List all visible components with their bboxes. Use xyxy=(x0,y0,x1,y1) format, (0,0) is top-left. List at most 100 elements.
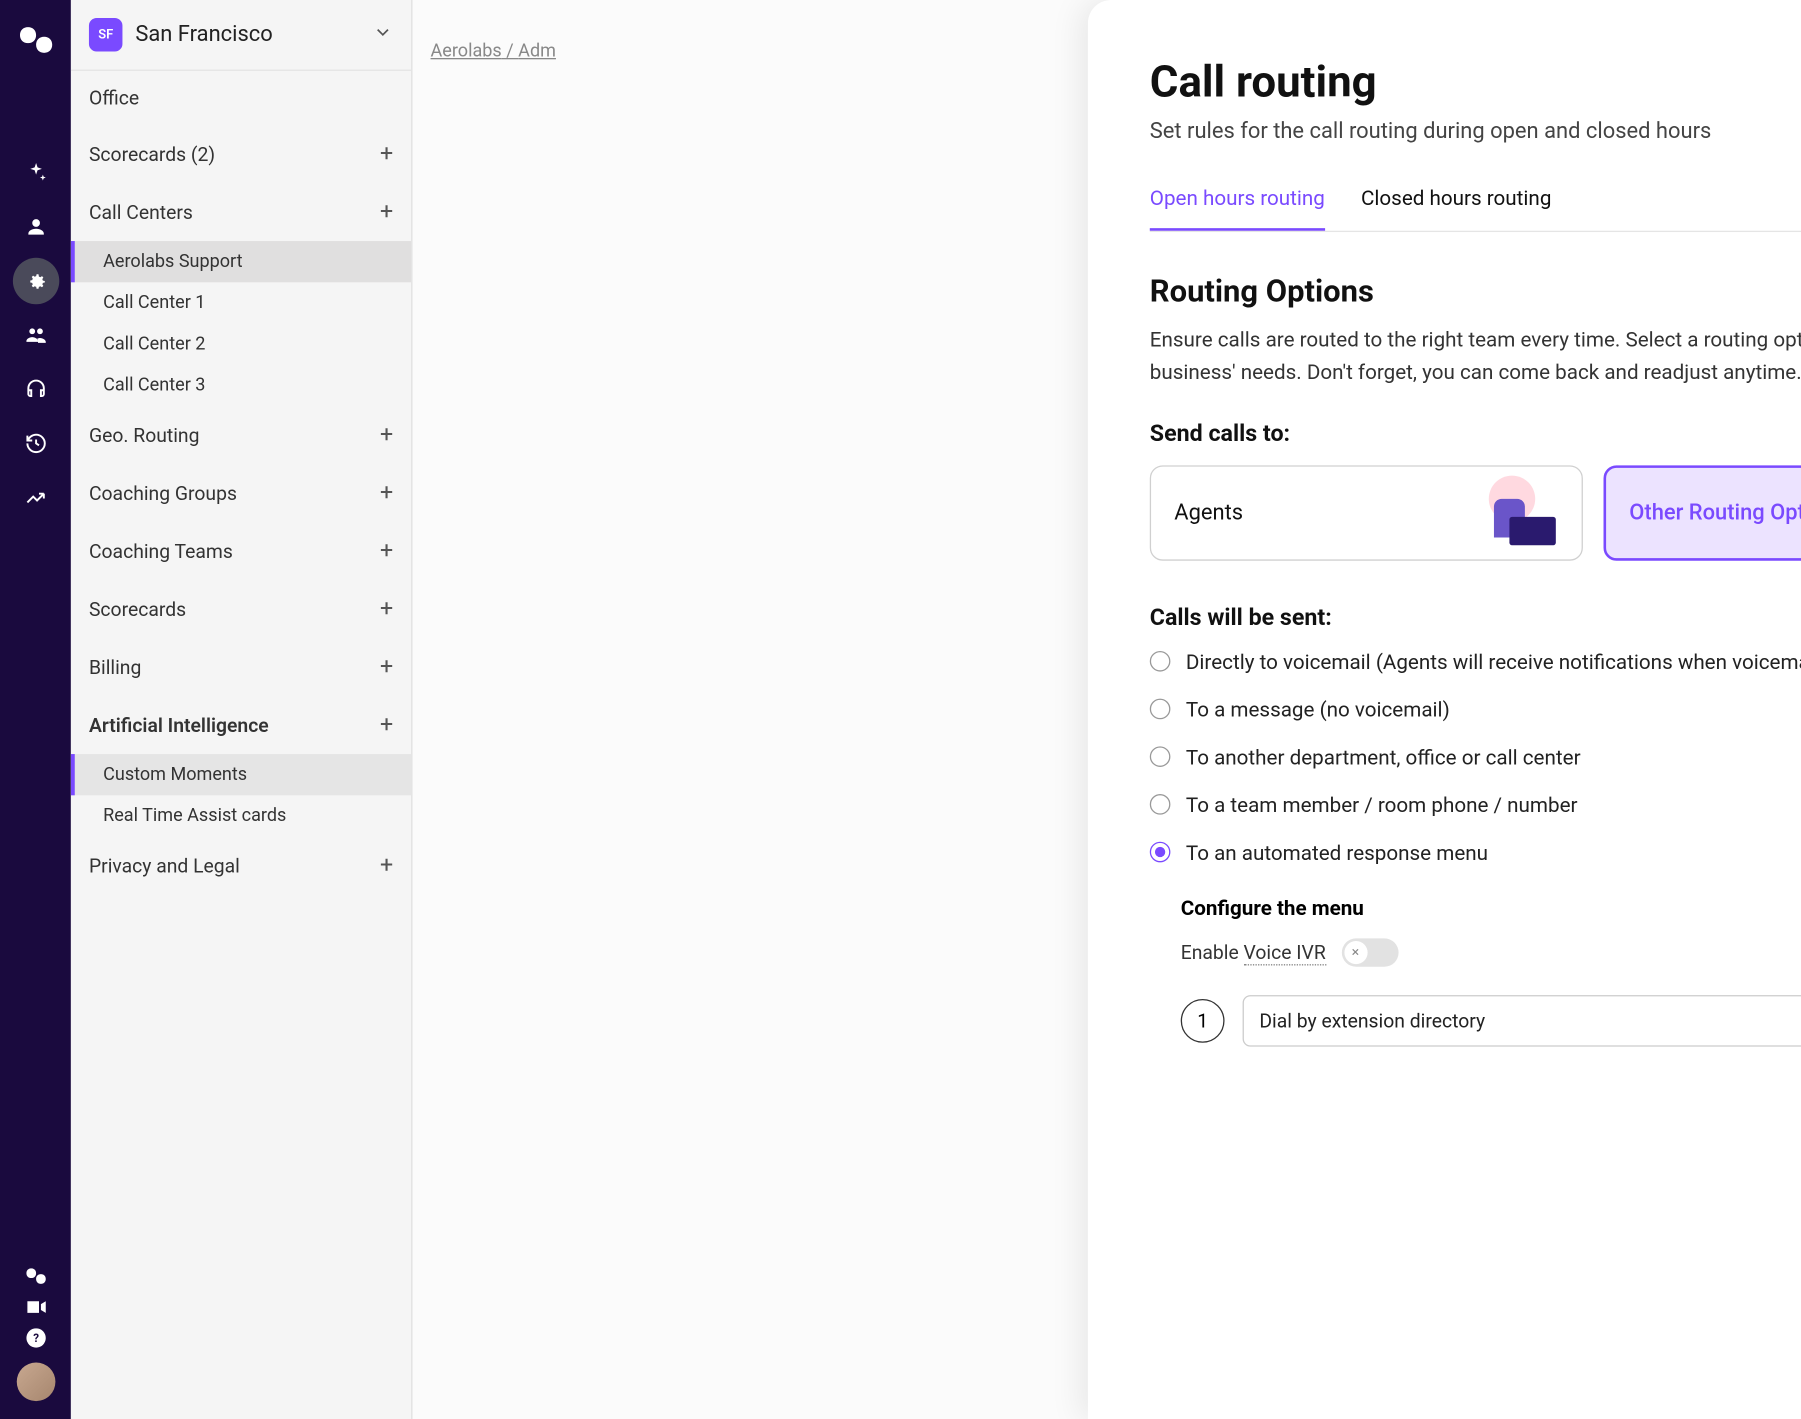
sidebar-label: Office xyxy=(89,86,139,109)
sidebar-item-ai[interactable]: Artificial Intelligence + xyxy=(71,696,411,754)
sidebar-label: Privacy and Legal xyxy=(89,854,240,877)
calls-sent-label: Calls will be sent: xyxy=(1150,604,1801,631)
sidebar-item-office[interactable]: Office xyxy=(71,71,411,125)
menu-option-row: 1 Dial by extension directory ▲▼ xyxy=(1181,995,1801,1047)
sidebar: SF San Francisco Office Scorecards (2)+ … xyxy=(71,0,413,1419)
radio-icon xyxy=(1150,842,1171,863)
radio-team-member[interactable]: To a team member / room phone / number xyxy=(1150,792,1801,816)
headset-icon[interactable] xyxy=(12,366,58,412)
calls-sent-radio-group: Directly to voicemail (Agents will recei… xyxy=(1150,649,1801,864)
content-area: Aerolabs / Adm Call routing Set rules fo… xyxy=(412,0,1801,1419)
app-logo-icon[interactable] xyxy=(16,21,55,60)
sidebar-subitem-rta-cards[interactable]: Real Time Assist cards xyxy=(71,795,411,836)
nav-rail: ? xyxy=(0,0,71,1419)
ivr-label-dotted: Voice IVR xyxy=(1244,940,1326,964)
person-icon[interactable] xyxy=(12,204,58,250)
plus-icon[interactable]: + xyxy=(380,199,393,226)
panel-subtitle: Set rules for the call routing during op… xyxy=(1150,119,1801,145)
routing-options-desc: Ensure calls are routed to the right tea… xyxy=(1150,325,1801,389)
sidebar-label: Call Centers xyxy=(89,200,193,223)
svg-text:?: ? xyxy=(33,1331,39,1345)
plus-icon[interactable]: + xyxy=(380,538,393,565)
routing-options-title: Routing Options xyxy=(1150,273,1801,309)
enable-voice-ivr-row: Enable Voice IVR xyxy=(1181,938,1801,966)
card-title: Other Routing Options xyxy=(1629,500,1801,526)
sidebar-item-coaching-teams[interactable]: Coaching Teams + xyxy=(71,522,411,580)
sidebar-item-privacy[interactable]: Privacy and Legal + xyxy=(71,837,411,895)
radio-label: To another department, office or call ce… xyxy=(1186,745,1581,769)
sidebar-label: Billing xyxy=(89,655,141,678)
radio-message[interactable]: To a message (no voicemail) xyxy=(1150,697,1801,721)
ivr-label-prefix: Enable xyxy=(1181,940,1244,963)
help-icon[interactable]: ? xyxy=(24,1326,47,1349)
sidebar-subitem-aerolabs-support[interactable]: Aerolabs Support xyxy=(71,241,411,282)
menu-number-badge: 1 xyxy=(1181,998,1225,1042)
menu-action-select[interactable]: Dial by extension directory ▲▼ xyxy=(1243,995,1801,1047)
sidebar-item-billing[interactable]: Billing + xyxy=(71,638,411,696)
routing-tabs: Open hours routing Closed hours routing xyxy=(1150,186,1801,232)
tab-closed-hours[interactable]: Closed hours routing xyxy=(1361,186,1551,231)
sidebar-item-scorecards-2[interactable]: Scorecards (2)+ xyxy=(71,125,411,183)
plus-icon[interactable]: + xyxy=(380,596,393,623)
chevron-down-icon xyxy=(373,22,394,48)
sidebar-label: Coaching Groups xyxy=(89,481,237,504)
workspace-name: San Francisco xyxy=(135,22,372,48)
workspace-switcher[interactable]: SF San Francisco xyxy=(71,0,411,71)
chat-icon[interactable] xyxy=(24,1265,47,1288)
sidebar-subitem-call-center-3[interactable]: Call Center 3 xyxy=(71,365,411,406)
radio-voicemail[interactable]: Directly to voicemail (Agents will recei… xyxy=(1150,649,1801,673)
card-other-routing[interactable]: Other Routing Options KL xyxy=(1604,465,1801,560)
radio-automated-menu[interactable]: To an automated response menu xyxy=(1150,840,1801,864)
sidebar-item-call-centers[interactable]: Call Centers + xyxy=(71,183,411,241)
configure-title: Configure the menu xyxy=(1181,895,1801,919)
ivr-label: Enable Voice IVR xyxy=(1181,940,1326,963)
radio-icon xyxy=(1150,746,1171,767)
trending-icon[interactable] xyxy=(12,474,58,520)
sidebar-label: Coaching Teams xyxy=(89,539,233,562)
radio-label: Directly to voicemail (Agents will recei… xyxy=(1186,649,1801,673)
sparkle-icon[interactable] xyxy=(12,150,58,196)
plus-icon[interactable]: + xyxy=(380,654,393,681)
breadcrumb-link[interactable]: Aerolabs xyxy=(431,41,502,62)
voice-ivr-toggle[interactable] xyxy=(1341,938,1398,966)
plus-icon[interactable]: + xyxy=(380,480,393,507)
breadcrumb-link[interactable]: Adm xyxy=(518,41,556,62)
workspace-badge: SF xyxy=(89,18,123,52)
radio-label: To a message (no voicemail) xyxy=(1186,697,1450,721)
plus-icon[interactable]: + xyxy=(380,852,393,879)
configure-menu-section: Configure the menu Enable Voice IVR 1 Di… xyxy=(1181,895,1801,1046)
agents-illustration-icon xyxy=(1481,480,1558,544)
sidebar-item-scorecards[interactable]: Scorecards+ xyxy=(71,580,411,638)
settings-gear-icon[interactable] xyxy=(12,258,58,304)
breadcrumb-sep: / xyxy=(502,41,518,62)
card-agents[interactable]: Agents xyxy=(1150,465,1583,560)
routing-cards: Agents Other Routing Options KL xyxy=(1150,465,1801,560)
tab-open-hours[interactable]: Open hours routing xyxy=(1150,186,1325,231)
call-routing-panel: Call routing Set rules for the call rout… xyxy=(1088,0,1801,1419)
radio-icon xyxy=(1150,651,1171,672)
sidebar-label: Artificial Intelligence xyxy=(89,713,269,736)
sidebar-subitem-call-center-2[interactable]: Call Center 2 xyxy=(71,324,411,365)
sidebar-label: Geo. Routing xyxy=(89,423,200,446)
sidebar-item-coaching-groups[interactable]: Coaching Groups + xyxy=(71,464,411,522)
people-icon[interactable] xyxy=(12,312,58,358)
breadcrumb: Aerolabs / Adm xyxy=(431,41,556,62)
video-icon[interactable] xyxy=(24,1295,47,1318)
plus-icon[interactable]: + xyxy=(380,141,393,168)
sidebar-subitem-custom-moments[interactable]: Custom Moments xyxy=(71,754,411,795)
panel-title: Call routing xyxy=(1150,57,1801,109)
card-title: Agents xyxy=(1174,500,1243,526)
send-calls-label: Send calls to: xyxy=(1150,420,1801,447)
sidebar-item-geo-routing[interactable]: Geo. Routing + xyxy=(71,406,411,464)
radio-icon xyxy=(1150,794,1171,815)
plus-icon[interactable]: + xyxy=(380,422,393,449)
radio-department[interactable]: To another department, office or call ce… xyxy=(1150,745,1801,769)
select-value: Dial by extension directory xyxy=(1259,1009,1485,1032)
radio-label: To a team member / room phone / number xyxy=(1186,792,1578,816)
radio-icon xyxy=(1150,699,1171,720)
plus-icon[interactable]: + xyxy=(380,712,393,739)
user-avatar[interactable] xyxy=(16,1362,55,1401)
history-icon[interactable] xyxy=(12,420,58,466)
sidebar-subitem-call-center-1[interactable]: Call Center 1 xyxy=(71,282,411,323)
radio-label: To an automated response menu xyxy=(1186,840,1488,864)
